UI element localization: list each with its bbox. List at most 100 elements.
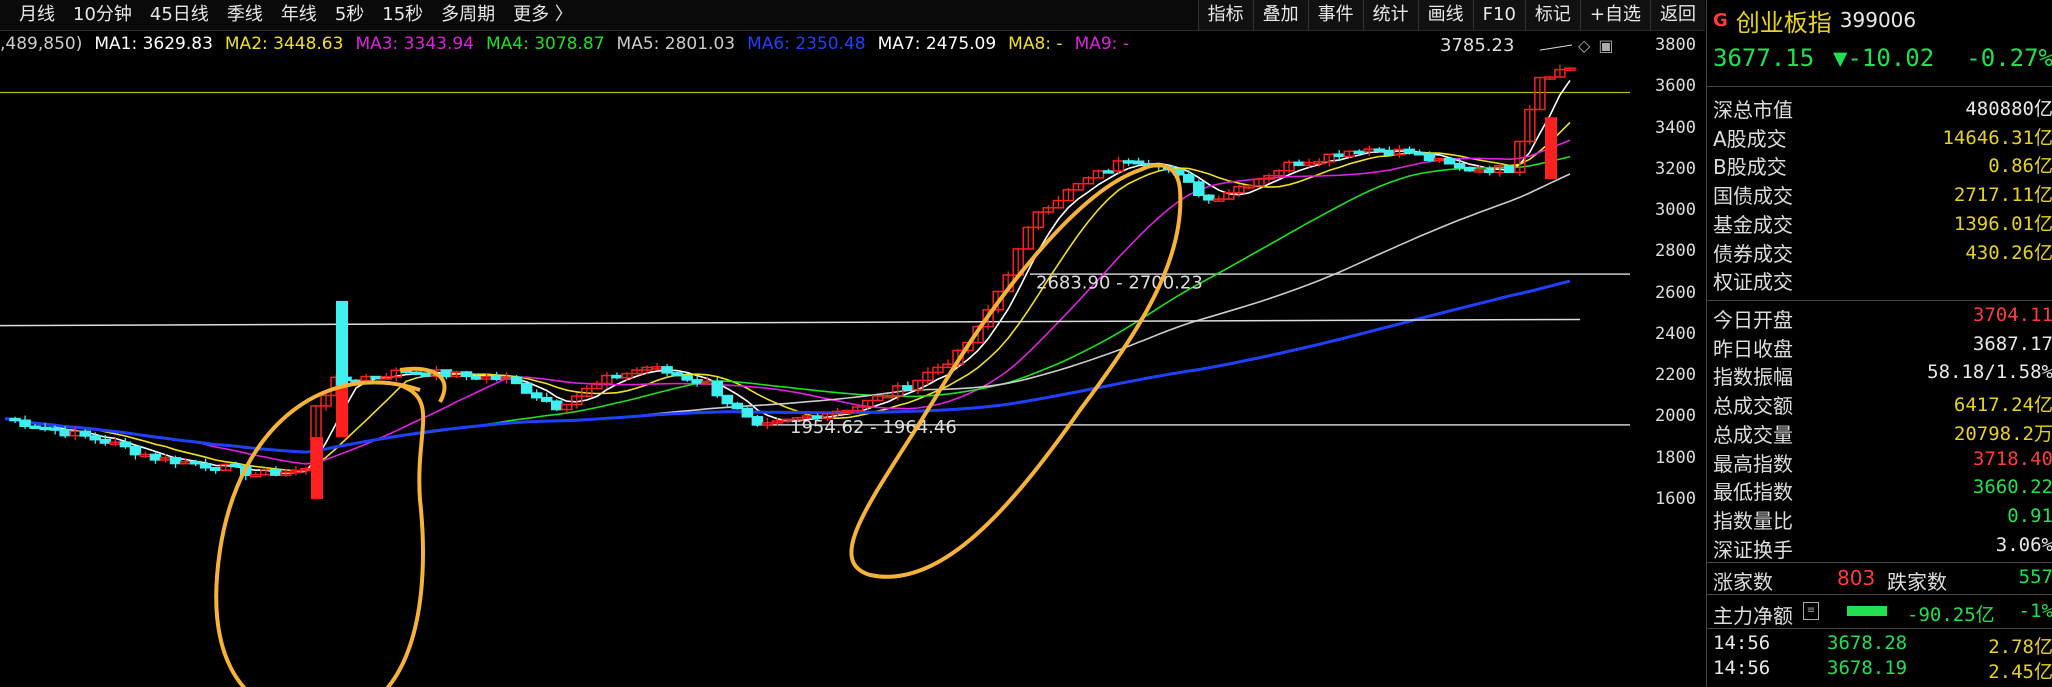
candle-body xyxy=(1383,149,1396,156)
candle-body xyxy=(370,375,382,380)
y-tick-label: 3200 xyxy=(1655,158,1696,179)
stat-value: 14646.31亿 xyxy=(1942,126,2052,149)
stat-row: 昨日收盘 3687.17 xyxy=(1707,331,2052,361)
candle-body xyxy=(39,426,51,431)
tool-button-8[interactable]: 返回 xyxy=(1650,0,1705,30)
candle-body xyxy=(209,467,222,472)
period-tab-8[interactable]: 更多 〉 xyxy=(504,4,582,26)
tool-button-1[interactable]: 叠加 xyxy=(1252,0,1308,30)
stat-value: 3.06% xyxy=(1995,533,2052,556)
candle-body xyxy=(1453,162,1466,169)
stat-value: 3718.40 xyxy=(1972,447,2052,470)
stock-chart-app: 月线 10分钟 45日线 季线 年线 5秒 15秒 多周期 更多 〉 指标 叠加 事件 统计 画线 F10… xyxy=(0,0,2052,687)
candle-body xyxy=(1353,150,1366,155)
stat-row: 权证成交 xyxy=(1707,264,2052,295)
candle-body xyxy=(79,430,92,437)
index-price: 3677.15 xyxy=(1713,44,1815,72)
highlight-circle xyxy=(214,380,426,687)
period-tab-5[interactable]: 5秒 xyxy=(326,4,373,26)
period-tab-1[interactable]: 10分钟 xyxy=(64,4,141,26)
tick-vol: 2.45亿 xyxy=(1988,661,2052,683)
stat-label: 权证成交 xyxy=(1713,270,1793,295)
candle-body xyxy=(199,462,212,469)
candle-body xyxy=(129,445,142,456)
index-quote-panel: G 创业板指 399006 3677.15 ▼-10.02 -0.27% 深总市… xyxy=(1706,0,2052,687)
tool-button-4[interactable]: 画线 xyxy=(1417,0,1473,30)
tick-row: 14:56 3678.19 2.45亿 xyxy=(1707,657,2052,685)
stat-value: 6417.24亿 xyxy=(1953,394,2052,417)
candle-body xyxy=(1122,160,1135,164)
flow-label: 主力净额 xyxy=(1713,604,1793,628)
period-tab-2[interactable]: 45日线 xyxy=(141,4,218,26)
candle-body xyxy=(470,375,483,380)
period-tab-4[interactable]: 年线 xyxy=(272,4,326,26)
candle-body xyxy=(540,396,553,402)
stat-label: 深总市值 xyxy=(1713,98,1793,122)
stat-value: 430.26亿 xyxy=(1965,241,2052,264)
tool-button-2[interactable]: 事件 xyxy=(1307,0,1363,30)
candle-body xyxy=(741,407,754,418)
big-candle xyxy=(1545,117,1557,180)
y-tick-label: 3000 xyxy=(1655,200,1696,221)
tool-button-5[interactable]: F10 xyxy=(1472,0,1525,30)
price-axis: 3800 3600 3400 3200 3000 2800 2600 2400 2200 2000… xyxy=(1632,30,1704,687)
stat-row: 债券成交 430.26亿 xyxy=(1707,236,2052,266)
candle-body xyxy=(49,427,61,431)
tool-button-3[interactable]: 统计 xyxy=(1362,0,1418,30)
candle-body xyxy=(551,400,563,411)
candle-body xyxy=(1132,160,1145,165)
candle-body xyxy=(530,392,543,399)
decline-count: 557 xyxy=(2018,566,2052,588)
flow-pct: -1% xyxy=(2018,600,2052,622)
candle-body xyxy=(19,419,31,427)
divider xyxy=(1707,86,2052,87)
candle-body xyxy=(681,374,693,381)
candle-body xyxy=(1373,148,1386,152)
candle-body xyxy=(250,473,262,478)
tick-price: 3678.28 xyxy=(1827,632,1908,654)
stat-value: 3704.11 xyxy=(1972,304,2052,326)
tool-button-6[interactable]: 标记 xyxy=(1524,0,1580,30)
stat-value: 2717.11亿 xyxy=(1953,184,2052,207)
candle-body xyxy=(1483,169,1496,174)
candle-body xyxy=(1102,170,1115,174)
period-tab-7[interactable]: 多周期 xyxy=(432,4,504,26)
tool-button-7[interactable]: +自选 xyxy=(1579,0,1650,30)
stat-row: 总成交额 6417.24亿 xyxy=(1707,388,2052,419)
candle-body xyxy=(671,372,683,377)
period-tab-6[interactable]: 15秒 xyxy=(373,4,432,26)
stat-label: 总成交额 xyxy=(1713,394,1793,419)
candlestick-chart[interactable]: 3785.23 2683.90 - 2700.23 1954.62 - 1964.4… xyxy=(0,30,1630,687)
period-tab-3[interactable]: 季线 xyxy=(218,4,272,26)
stat-row: 深总市值 480880亿 xyxy=(1707,92,2052,122)
candle-body xyxy=(1183,174,1195,183)
candle-body xyxy=(99,438,112,444)
stat-label: 国债成交 xyxy=(1713,184,1793,209)
list-icon[interactable]: ≡ xyxy=(1803,602,1819,620)
candle-body xyxy=(229,463,242,468)
candle-body xyxy=(1193,181,1205,197)
tick-row: 14:56 3678.28 2.78亿 xyxy=(1707,632,2052,660)
candle-body xyxy=(189,460,202,465)
candle-body xyxy=(731,402,744,410)
candle-body xyxy=(611,374,623,379)
stat-row: 国债成交 2717.11亿 xyxy=(1707,178,2052,209)
period-tab-0[interactable]: 月线 xyxy=(10,4,64,26)
high-arrow xyxy=(1539,44,1573,51)
tool-button-0[interactable]: 指标 xyxy=(1197,0,1253,30)
highlight-circle xyxy=(849,163,1183,579)
candle-body xyxy=(149,453,162,461)
ma-line xyxy=(4,279,1571,454)
decline-label: 跌家数 xyxy=(1887,570,1947,594)
candle-body xyxy=(1203,194,1215,201)
candle-body xyxy=(89,435,102,441)
y-tick-label: 2000 xyxy=(1655,406,1696,427)
candle-body xyxy=(711,380,724,397)
stat-value: 3687.17 xyxy=(1972,332,2052,355)
candle-body xyxy=(119,441,132,448)
candle-body xyxy=(1293,161,1305,167)
stat-row: 指数振幅 58.18/1.58% xyxy=(1707,359,2052,389)
candle-body xyxy=(29,425,41,429)
y-tick-label: 3800 xyxy=(1655,35,1696,55)
stat-row: 深证换手 3.06% xyxy=(1707,532,2052,562)
